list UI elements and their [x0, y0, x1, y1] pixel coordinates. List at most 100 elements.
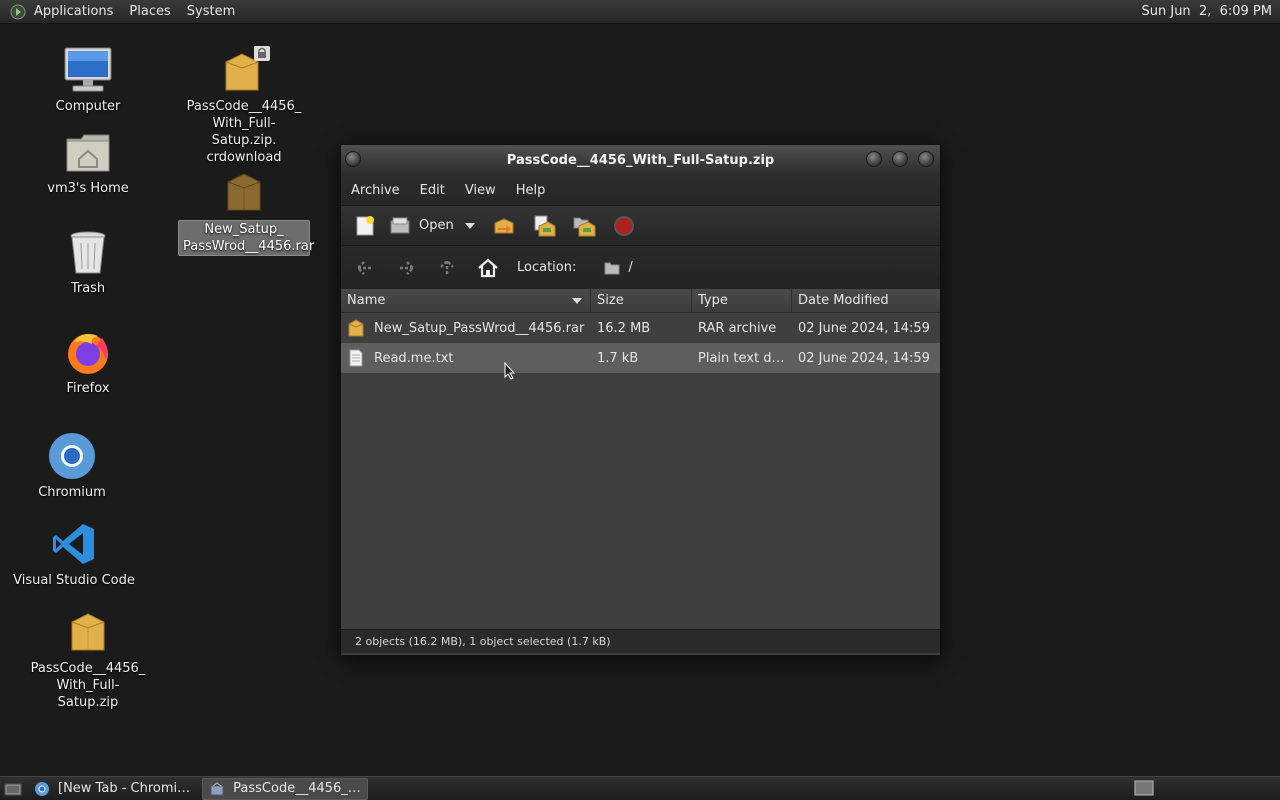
file-type: Plain text do…: [698, 350, 792, 366]
desktop-icon-passcode-crdownload[interactable]: PassCode__4456_ With_Full-Satup.zip. crd…: [174, 44, 314, 166]
archive-icon: [227, 173, 261, 211]
column-header-label: Type: [698, 292, 728, 308]
workspace-switcher-icon[interactable]: [1134, 780, 1154, 796]
applications-menu[interactable]: Applications: [26, 0, 121, 24]
extract-button[interactable]: [488, 210, 520, 242]
file-name-cell: New_Satup_PassWrod__4456.rar: [341, 319, 591, 337]
archive-manager-icon: [210, 781, 224, 795]
open-dropdown-button[interactable]: [462, 210, 478, 242]
up-button[interactable]: [431, 252, 463, 284]
stop-button[interactable]: [608, 210, 640, 242]
column-header-label: Name: [347, 292, 386, 308]
desktop-icon-label: Chromium: [38, 485, 106, 500]
archive-icon: [71, 613, 105, 651]
menu-help[interactable]: Help: [506, 183, 556, 198]
taskbar-item-label: PassCode__4456_…: [233, 781, 361, 796]
maximize-button[interactable]: [892, 151, 908, 167]
menu-archive[interactable]: Archive: [341, 183, 410, 198]
add-files-button[interactable]: [528, 210, 560, 242]
window-titlebar[interactable]: PassCode__4456_With_Full-Satup.zip: [341, 145, 940, 175]
desktop-icon-firefox[interactable]: Firefox: [18, 326, 158, 397]
panel-menu: Applications Places System: [26, 0, 243, 24]
file-type: RAR archive: [698, 320, 777, 336]
add-folder-icon: [573, 217, 596, 236]
column-header-type[interactable]: Type: [692, 288, 792, 313]
show-desktop-icon[interactable]: [4, 781, 22, 797]
back-button[interactable]: [349, 252, 381, 284]
file-list-header: Name Size Type Date Modified: [341, 288, 940, 313]
chromium-icon: [49, 433, 95, 479]
file-row[interactable]: New_Satup_PassWrod__4456.rar 16.2 MB RAR…: [341, 313, 940, 343]
minimize-button[interactable]: [866, 151, 882, 167]
menu-logo-icon[interactable]: [10, 4, 26, 20]
places-menu[interactable]: Places: [121, 0, 178, 24]
open-label: Open: [419, 218, 454, 233]
bottom-taskbar: [New Tab - Chromi… PassCode__4456_…: [0, 776, 1280, 800]
file-size: 1.7 kB: [597, 350, 639, 366]
home-icon: [478, 258, 498, 277]
window-menubar: Archive Edit View Help: [341, 175, 940, 205]
desktop-icon-chromium[interactable]: Chromium: [2, 430, 142, 501]
up-arrow-icon: [440, 258, 454, 276]
file-name-cell: Read.me.txt: [341, 349, 591, 367]
file-date: 02 June 2024, 14:59: [798, 320, 930, 336]
taskbar-item-archive-manager[interactable]: PassCode__4456_…: [202, 777, 368, 800]
desktop-icon-label: Firefox: [66, 381, 110, 396]
vscode-icon: [53, 524, 94, 564]
stop-icon: [613, 215, 634, 236]
column-header-date-modified[interactable]: Date Modified: [792, 289, 940, 313]
desktop-icon-passcode-zip[interactable]: PassCode__4456_ With_Full-Satup.zip: [18, 606, 158, 711]
desktop-icon-home[interactable]: vm3's Home: [18, 126, 158, 197]
file-date: 02 June 2024, 14:59: [798, 350, 930, 366]
menu-view[interactable]: View: [455, 183, 506, 198]
desktop-icon-vscode[interactable]: Visual Studio Code: [4, 518, 144, 589]
close-button[interactable]: [918, 151, 934, 167]
file-size: 16.2 MB: [597, 320, 651, 336]
system-menu[interactable]: System: [179, 0, 243, 24]
dropdown-arrow-icon: [464, 222, 475, 229]
trash-icon: [70, 231, 106, 274]
column-header-label: Date Modified: [798, 292, 889, 308]
desktop-icon-label: Trash: [70, 281, 106, 296]
open-button[interactable]: Open: [389, 210, 454, 242]
new-archive-button[interactable]: [349, 210, 381, 242]
desktop-icon-label: Visual Studio Code: [13, 573, 135, 588]
text-file-icon: [347, 349, 365, 367]
menu-edit[interactable]: Edit: [410, 183, 455, 198]
location-path-text: /: [628, 260, 633, 275]
chromium-icon: [35, 781, 49, 796]
column-header-name[interactable]: Name: [341, 288, 591, 313]
extract-icon: [494, 217, 514, 233]
new-archive-icon: [356, 215, 374, 235]
back-arrow-icon: [356, 260, 373, 275]
desktop-icon-computer[interactable]: Computer: [18, 44, 158, 115]
open-icon: [390, 217, 410, 233]
home-button[interactable]: [472, 252, 504, 284]
window-menu-button[interactable]: [345, 151, 361, 167]
mouse-cursor-icon: [504, 362, 516, 380]
archive-locked-icon: [225, 46, 270, 91]
desktop-icon-trash[interactable]: Trash: [18, 226, 158, 297]
file-name: New_Satup_PassWrod__4456.rar: [374, 320, 585, 336]
archive-manager-window: PassCode__4456_With_Full-Satup.zip Archi…: [340, 144, 941, 656]
forward-button[interactable]: [390, 252, 422, 284]
taskbar-item-chromium[interactable]: [New Tab - Chromi…: [28, 778, 196, 800]
home-folder-icon: [66, 134, 110, 172]
file-name: Read.me.txt: [374, 350, 454, 366]
location-label: Location:: [517, 260, 577, 275]
desktop-icon-label: Computer: [55, 99, 121, 114]
rar-file-icon: [347, 319, 365, 337]
location-path[interactable]: /: [604, 260, 633, 275]
desktop-icon-new-satup-rar[interactable]: New_Satup_ PassWrod__4456.rar: [174, 166, 314, 256]
window-toolbar: Open: [341, 205, 940, 245]
firefox-icon: [68, 334, 108, 374]
clock[interactable]: Sun Jun 2, 6:09 PM: [1142, 0, 1273, 24]
add-folder-button[interactable]: [568, 210, 600, 242]
desktop-icon-label: New_Satup_ PassWrod__4456.rar: [178, 220, 314, 256]
file-list: New_Satup_PassWrod__4456.rar 16.2 MB RAR…: [341, 313, 940, 629]
desktop-icon-label: PassCode__4456_ With_Full-Satup.zip: [30, 661, 146, 710]
column-header-size[interactable]: Size: [591, 288, 692, 313]
file-row[interactable]: Read.me.txt 1.7 kB Plain text do… 02 Jun…: [341, 343, 940, 373]
window-title: PassCode__4456_With_Full-Satup.zip: [506, 152, 775, 168]
forward-arrow-icon: [398, 260, 415, 275]
